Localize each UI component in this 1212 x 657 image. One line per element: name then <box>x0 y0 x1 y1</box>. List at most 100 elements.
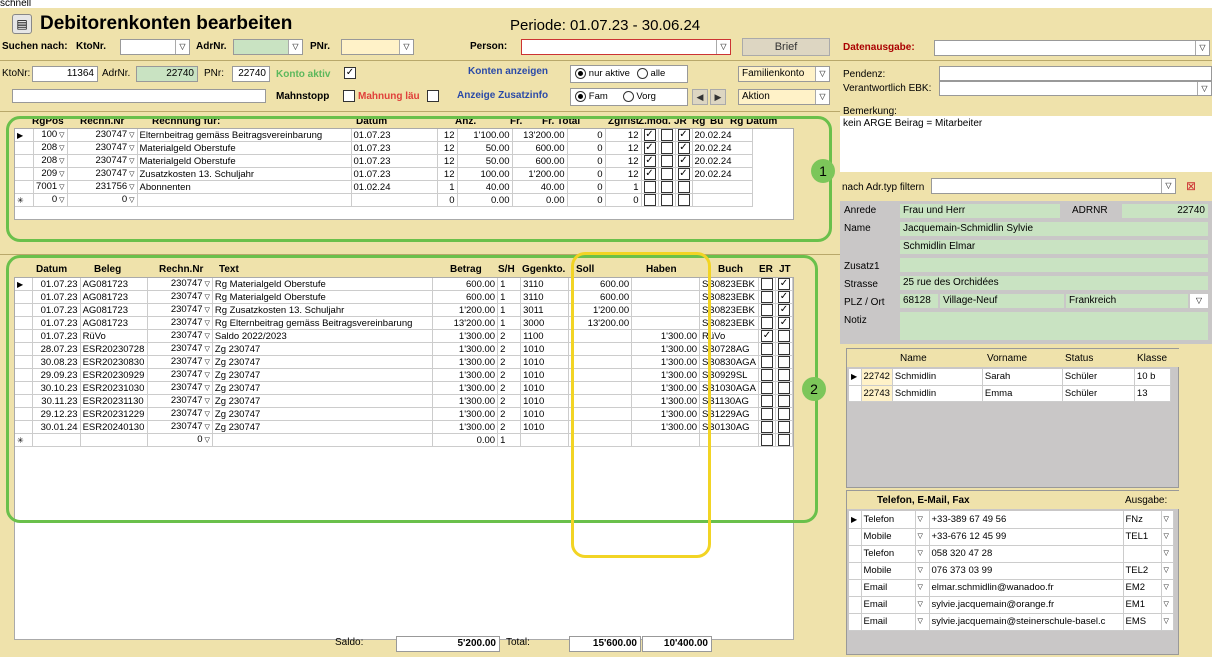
form-menu-icon[interactable]: ▤ <box>12 14 32 34</box>
alle-radio[interactable] <box>636 68 648 79</box>
table-row[interactable]: Mobile ▽ +33-676 12 45 99 TEL1 ▽ <box>849 528 1174 546</box>
name1-field[interactable]: Jacquemain-Schmidlin Sylvie <box>900 222 1208 236</box>
contact-value-cell[interactable]: sylvie.jacquemain@steinerschule-basel.c <box>929 613 1124 631</box>
col-name: Name <box>900 353 927 364</box>
chevron-down-icon[interactable]: ▽ <box>1161 545 1174 563</box>
ebk-select[interactable]: ▽ <box>939 81 1212 96</box>
contact-value-cell[interactable]: elmar.schmidlin@wanadoo.fr <box>929 579 1124 597</box>
konto-aktiv-checkbox[interactable]: ✓ <box>344 67 356 79</box>
land-field[interactable]: Frankreich <box>1066 294 1188 308</box>
contact-ausgabe-cell[interactable]: EMS <box>1123 613 1162 631</box>
child-status-cell[interactable]: Schüler <box>1062 385 1135 402</box>
ktonr-field[interactable]: 11364 <box>32 66 98 82</box>
chevron-down-icon[interactable]: ▽ <box>915 613 930 631</box>
bemerkung-textarea[interactable]: kein ARGE Beirag = Mitarbeiter <box>840 116 1212 172</box>
child-id-cell[interactable]: 22742 <box>861 369 893 386</box>
table-row[interactable]: Mobile ▽ 076 373 03 99 TEL2 ▽ <box>849 562 1174 580</box>
contact-value-cell[interactable]: sylvie.jacquemain@orange.fr <box>929 596 1124 614</box>
chevron-down-icon[interactable]: ▽ <box>915 511 930 529</box>
child-status-cell[interactable]: Schüler <box>1062 369 1135 386</box>
contact-ausgabe-cell[interactable]: TEL1 <box>1123 528 1162 546</box>
contact-value-cell[interactable]: +33-389 67 49 56 <box>929 511 1124 529</box>
datenausgabe-select[interactable]: ▽ <box>934 40 1210 56</box>
strasse-field[interactable]: 25 rue des Orchidées <box>900 276 1208 290</box>
chevron-down-icon[interactable]: ▽ <box>915 579 930 597</box>
plz-field[interactable]: 68128 <box>900 294 938 308</box>
ort-field[interactable]: Village-Neuf <box>940 294 1064 308</box>
contact-value-cell[interactable]: +33-676 12 45 99 <box>929 528 1124 546</box>
search-adrnr-select[interactable]: ▽ <box>233 39 303 55</box>
brief-button[interactable]: Brief <box>742 38 830 56</box>
prev-arrow-icon[interactable]: ◀ <box>692 89 708 105</box>
contacts-panel: Telefon, E-Mail, Fax Ausgabe: ▶ Telefon ▽ +… <box>846 490 1180 655</box>
adrnr-field[interactable]: 22740 <box>136 66 198 82</box>
table-row[interactable]: ▶ 22742 Schmidlin Sarah Schüler 10 b <box>849 369 1171 386</box>
contact-type-cell[interactable]: Telefon <box>861 511 916 529</box>
child-vorname-cell[interactable]: Sarah <box>982 369 1063 386</box>
next-arrow-icon[interactable]: ▶ <box>710 89 726 105</box>
contact-ausgabe-cell[interactable]: FNz <box>1123 511 1162 529</box>
table-row[interactable]: Telefon ▽ 058 320 47 28 ▽ <box>849 545 1174 563</box>
chevron-down-icon: ▽ <box>815 90 829 104</box>
chevron-down-icon[interactable]: ▽ <box>1161 613 1174 631</box>
child-klasse-cell[interactable]: 10 b <box>1134 369 1171 386</box>
filter-select[interactable]: ▽ <box>931 178 1176 194</box>
table-row[interactable]: Email ▽ sylvie.jacquemain@orange.fr EM1 ▽ <box>849 596 1174 614</box>
child-name-cell[interactable]: Schmidlin <box>892 369 983 386</box>
chevron-down-icon[interactable]: ▽ <box>915 528 930 546</box>
contact-ausgabe-cell[interactable]: EM2 <box>1123 579 1162 597</box>
contact-type-cell[interactable]: Mobile <box>861 562 916 580</box>
chevron-down-icon[interactable]: ▽ <box>915 545 930 563</box>
contact-ausgabe-cell[interactable]: EM1 <box>1123 596 1162 614</box>
aktion-value: Aktion <box>742 91 770 102</box>
chevron-down-icon: ▽ <box>175 40 189 54</box>
table-row[interactable]: Email ▽ elmar.schmidlin@wanadoo.fr EM2 ▽ <box>849 579 1174 597</box>
contact-type-cell[interactable]: Email <box>861 579 916 597</box>
familienkonto-select[interactable]: Familienkonto ▽ <box>738 66 830 82</box>
contact-value-cell[interactable]: 058 320 47 28 <box>929 545 1124 563</box>
table-row[interactable]: ▶ Telefon ▽ +33-389 67 49 56 FNz ▽ <box>849 511 1174 529</box>
child-id-cell[interactable]: 22743 <box>861 385 893 402</box>
notiz-field[interactable] <box>900 312 1208 340</box>
adrnr-field[interactable]: 22740 <box>1122 204 1208 218</box>
search-ktonr-select[interactable]: ▽ <box>120 39 190 55</box>
pnr-field[interactable]: 22740 <box>232 66 270 82</box>
nur-aktive-radio[interactable] <box>575 68 586 79</box>
contact-type-cell[interactable]: Mobile <box>861 528 916 546</box>
child-name-cell[interactable]: Schmidlin <box>892 385 983 402</box>
chevron-down-icon[interactable]: ▽ <box>915 596 930 614</box>
notes-field[interactable] <box>12 89 266 103</box>
chevron-down-icon[interactable]: ▽ <box>1161 596 1174 614</box>
chevron-down-icon[interactable]: ▽ <box>1161 562 1174 580</box>
mahnung-checkbox[interactable] <box>427 90 439 102</box>
aktion-select[interactable]: Aktion ▽ <box>738 89 830 105</box>
chevron-down-icon[interactable]: ▽ <box>1161 528 1174 546</box>
total-haben-field: 10'400.00 <box>642 636 712 652</box>
anzeige-zusatzinfo-label: Anzeige Zusatzinfo <box>457 90 549 101</box>
contact-ausgabe-cell[interactable] <box>1123 545 1162 563</box>
chevron-down-icon[interactable]: ▽ <box>1161 579 1174 597</box>
table-row[interactable]: Email ▽ sylvie.jacquemain@steinerschule-ba… <box>849 613 1174 631</box>
chevron-down-icon[interactable]: ▽ <box>1190 294 1208 308</box>
person-select[interactable]: ▽ <box>521 39 731 55</box>
anrede-field[interactable]: Frau und Herr <box>900 204 1060 218</box>
vorg-radio[interactable] <box>622 91 634 102</box>
child-klasse-cell[interactable]: 13 <box>1134 385 1171 402</box>
contact-type-cell[interactable]: Email <box>861 596 916 614</box>
contact-type-cell[interactable]: Telefon <box>861 545 916 563</box>
chevron-down-icon[interactable]: ▽ <box>915 562 930 580</box>
fam-radio[interactable] <box>575 91 586 102</box>
contact-ausgabe-cell[interactable]: TEL2 <box>1123 562 1162 580</box>
search-pnr-select[interactable]: ▽ <box>341 39 414 55</box>
zusatz-field[interactable] <box>900 258 1208 272</box>
child-vorname-cell[interactable]: Emma <box>982 385 1063 402</box>
search-adrnr-label: AdrNr. <box>196 41 227 52</box>
chevron-down-icon[interactable]: ▽ <box>1161 511 1174 529</box>
name2-field[interactable]: Schmidlin Elmar <box>900 240 1208 254</box>
mahnstopp-checkbox[interactable] <box>343 90 355 102</box>
contact-value-cell[interactable]: 076 373 03 99 <box>929 562 1124 580</box>
clear-filter-icon[interactable]: ⊠ <box>1186 179 1196 193</box>
pendenz-field[interactable] <box>939 66 1212 81</box>
contact-type-cell[interactable]: Email <box>861 613 916 631</box>
table-row[interactable]: 22743 Schmidlin Emma Schüler 13 <box>849 385 1171 402</box>
